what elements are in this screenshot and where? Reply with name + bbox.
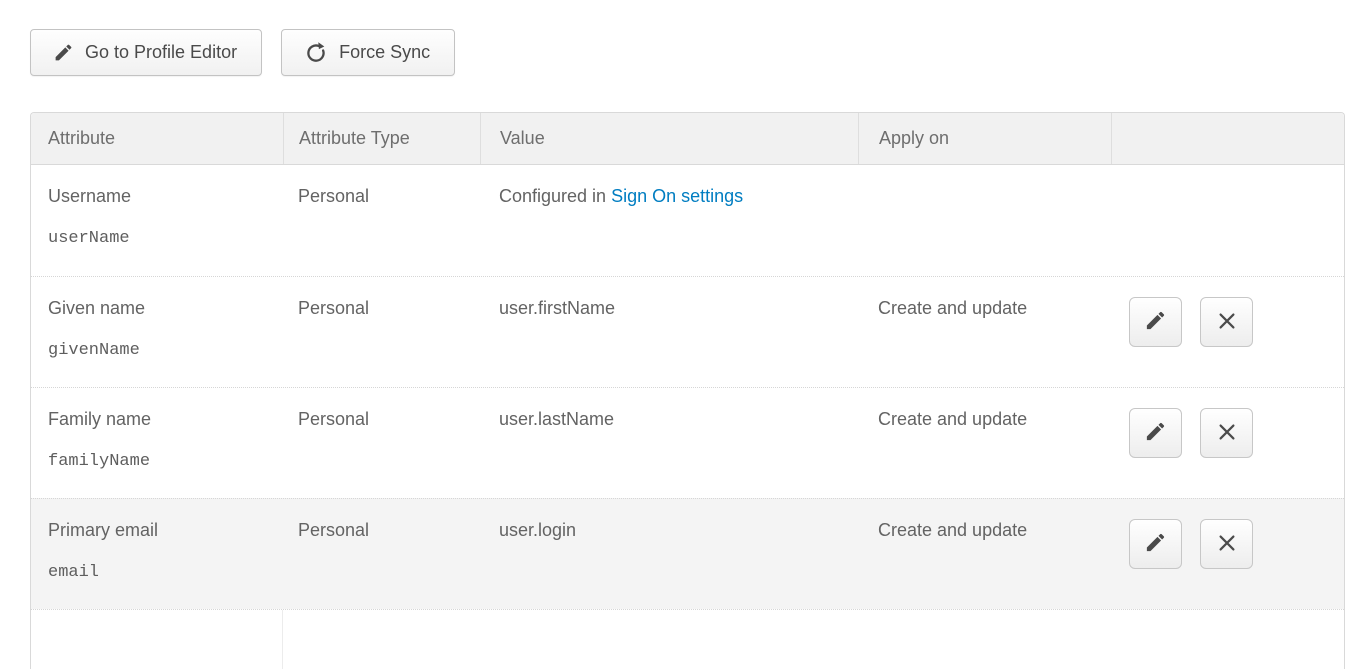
edit-attribute-button[interactable]: [1129, 519, 1182, 569]
column-header-actions: [1111, 113, 1344, 164]
attribute-type-cell: Personal: [283, 388, 480, 498]
actions-cell: [1111, 165, 1344, 276]
attribute-variable: familyName: [48, 452, 283, 472]
column-header-attribute-type: Attribute Type: [283, 113, 480, 164]
table-body: Username userName Personal Configured in…: [31, 165, 1344, 609]
force-sync-button[interactable]: Force Sync: [281, 29, 455, 76]
attributes-table: Attribute Attribute Type Value Apply on …: [30, 112, 1345, 669]
attribute-type: Personal: [298, 186, 369, 206]
attribute-label: Family name: [48, 409, 283, 431]
table-row: Username userName Personal Configured in…: [31, 165, 1344, 276]
column-header-apply-on: Apply on: [858, 113, 1111, 164]
value-text: user.login: [499, 520, 576, 540]
remove-attribute-button[interactable]: [1200, 408, 1253, 458]
go-to-profile-editor-button[interactable]: Go to Profile Editor: [30, 29, 262, 76]
attribute-mappings-page: Go to Profile Editor Force Sync Attribut…: [0, 0, 1370, 644]
apply-on-value: Create and update: [878, 298, 1027, 318]
column-header-attribute: Attribute: [31, 113, 283, 164]
value-text: Configured in: [499, 186, 611, 206]
actions-cell: [1111, 277, 1344, 387]
edit-attribute-button[interactable]: [1129, 297, 1182, 347]
attribute-variable: userName: [48, 229, 283, 249]
pencil-icon: [1144, 531, 1167, 557]
table-row: Family name familyName Personal user.las…: [31, 387, 1344, 498]
value-text: user.lastName: [499, 409, 614, 429]
column-header-value: Value: [480, 113, 858, 164]
attribute-cell: Family name familyName: [31, 388, 283, 498]
go-to-profile-editor-label: Go to Profile Editor: [85, 42, 237, 63]
remove-attribute-button[interactable]: [1200, 519, 1253, 569]
x-icon: [1216, 310, 1238, 335]
attribute-type-cell: Personal: [283, 499, 480, 609]
actions-cell: [1111, 388, 1344, 498]
attribute-label: Primary email: [48, 520, 283, 542]
value-cell: Configured in Sign On settings: [480, 165, 858, 276]
attribute-cell: Given name givenName: [31, 277, 283, 387]
attribute-variable: givenName: [48, 341, 283, 361]
edit-attribute-button[interactable]: [1129, 408, 1182, 458]
pencil-icon: [1144, 420, 1167, 446]
table-row: Given name givenName Personal user.first…: [31, 276, 1344, 387]
table-row-empty: [31, 609, 1344, 669]
apply-on-cell: [858, 165, 1111, 276]
apply-on-value: Create and update: [878, 520, 1027, 540]
attribute-type: Personal: [298, 409, 369, 429]
row-actions: [1129, 519, 1344, 569]
toolbar: Go to Profile Editor Force Sync: [30, 29, 455, 76]
attribute-type-cell: Personal: [283, 165, 480, 276]
table-row: Primary email email Personal user.login …: [31, 498, 1344, 609]
row-actions: [1129, 297, 1344, 347]
attribute-variable: email: [48, 563, 283, 583]
attribute-type: Personal: [298, 298, 369, 318]
row-actions: [1129, 408, 1344, 458]
pencil-icon: [53, 42, 74, 63]
apply-on-cell: Create and update: [858, 499, 1111, 609]
value-text: user.firstName: [499, 298, 615, 318]
value-cell: user.lastName: [480, 388, 858, 498]
actions-cell: [1111, 499, 1344, 609]
attribute-cell: Username userName: [31, 165, 283, 276]
value-cell: user.login: [480, 499, 858, 609]
attribute-type-cell: Personal: [283, 277, 480, 387]
apply-on-cell: Create and update: [858, 277, 1111, 387]
x-icon: [1216, 532, 1238, 557]
attribute-label: Username: [48, 186, 283, 208]
force-sync-label: Force Sync: [339, 42, 430, 63]
attribute-label: Given name: [48, 298, 283, 320]
apply-on-value: Create and update: [878, 409, 1027, 429]
value-cell: user.firstName: [480, 277, 858, 387]
apply-on-cell: Create and update: [858, 388, 1111, 498]
pencil-icon: [1144, 309, 1167, 335]
attribute-cell: Primary email email: [31, 499, 283, 609]
remove-attribute-button[interactable]: [1200, 297, 1253, 347]
x-icon: [1216, 421, 1238, 446]
sign-on-settings-link[interactable]: Sign On settings: [611, 186, 743, 206]
refresh-icon: [304, 41, 328, 65]
attribute-type: Personal: [298, 520, 369, 540]
table-header: Attribute Attribute Type Value Apply on: [31, 113, 1344, 165]
